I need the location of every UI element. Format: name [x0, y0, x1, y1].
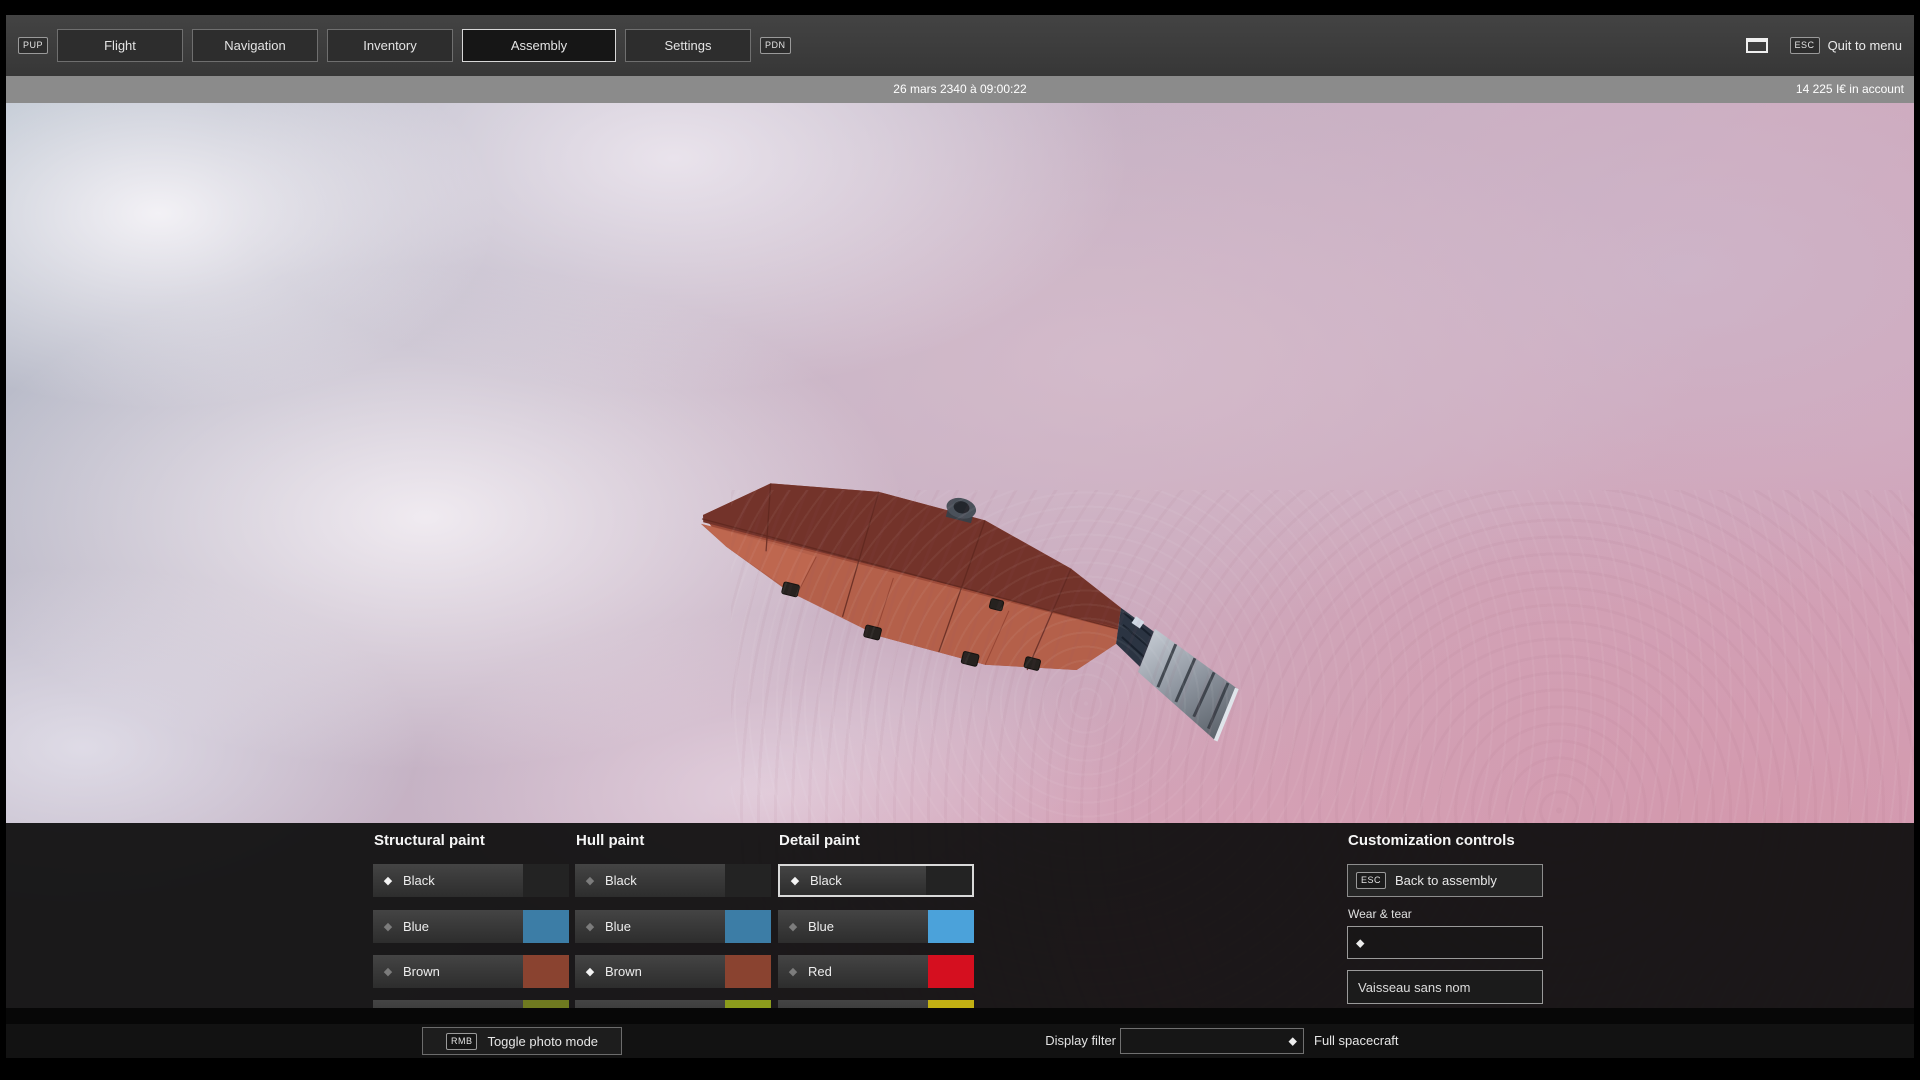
status-strip: 26 mars 2340 à 09:00:22 14 225 I€ in acc…: [6, 76, 1914, 103]
paint-option-label: Brown: [403, 964, 440, 979]
game-window: PUP Flight Navigation Inventory Assembly…: [6, 15, 1914, 1058]
selected-diamond-icon: ◆: [373, 920, 403, 933]
selected-diamond-icon: ◆: [575, 874, 605, 887]
color-swatch: [926, 866, 972, 895]
structural-paint-option-partial[interactable]: ◆: [373, 1000, 569, 1008]
color-swatch: [523, 910, 569, 943]
paint-option-label: Black: [403, 873, 435, 888]
tab-assembly[interactable]: Assembly: [462, 29, 616, 62]
structural-paint-option-blue[interactable]: ◆ Blue: [373, 910, 569, 943]
ship-name-input[interactable]: [1347, 970, 1543, 1004]
spacecraft: [688, 415, 1328, 745]
paint-option-label: Blue: [808, 919, 834, 934]
color-swatch: [523, 1000, 569, 1008]
top-bar-right-group: ESC Quit to menu: [1740, 33, 1902, 59]
color-swatch: [928, 910, 974, 943]
hull-paint-option-brown[interactable]: ◆ Brown: [575, 955, 771, 988]
selected-diamond-icon: ◆: [778, 965, 808, 978]
slider-knob-icon[interactable]: ◆: [1289, 1035, 1297, 1048]
detail-paint-column: Detail paint ◆ Black ◆ Blue ◆ Red ◆: [778, 823, 974, 1008]
selected-diamond-icon: ◆: [575, 920, 605, 933]
structural-paint-title: Structural paint: [374, 832, 485, 849]
selected-diamond-icon: ◆: [373, 965, 403, 978]
page-down-key-hint: PDN: [760, 37, 791, 54]
color-swatch: [523, 864, 569, 897]
color-swatch: [725, 1000, 771, 1008]
spacecraft-render: [688, 415, 1328, 745]
bottom-action-bar: RMB Toggle photo mode Display filter ◆ F…: [6, 1024, 1914, 1058]
toggle-photo-mode-label: Toggle photo mode: [487, 1034, 598, 1049]
hull-paint-title: Hull paint: [576, 832, 644, 849]
account-balance: 14 225 I€ in account: [1796, 76, 1904, 103]
paint-option-label: Black: [810, 873, 842, 888]
back-to-assembly-label: Back to assembly: [1395, 873, 1497, 888]
top-nav-bar: PUP Flight Navigation Inventory Assembly…: [6, 15, 1914, 76]
page-up-key-hint: PUP: [18, 37, 48, 54]
tab-flight[interactable]: Flight: [57, 29, 183, 62]
detail-paint-title: Detail paint: [779, 832, 860, 849]
paint-panel: Structural paint ◆ Black ◆ Blue ◆ Brown …: [6, 823, 1914, 1008]
back-to-assembly-button[interactable]: ESC Back to assembly: [1347, 864, 1543, 897]
structural-paint-option-brown[interactable]: ◆ Brown: [373, 955, 569, 988]
display-filter-label: Display filter: [1026, 1024, 1116, 1058]
selected-diamond-icon: ◆: [778, 920, 808, 933]
hull-paint-column: Hull paint ◆ Black ◆ Blue ◆ Brown ◆: [575, 823, 771, 1008]
selected-diamond-icon: ◆: [780, 874, 810, 887]
paint-option-label: Red: [808, 964, 832, 979]
color-swatch: [928, 1000, 974, 1008]
structural-paint-column: Structural paint ◆ Black ◆ Blue ◆ Brown …: [373, 823, 569, 1008]
color-swatch: [928, 955, 974, 988]
hull-paint-option-black[interactable]: ◆ Black: [575, 864, 771, 897]
toggle-photo-mode-button[interactable]: RMB Toggle photo mode: [422, 1027, 622, 1055]
detail-paint-option-black[interactable]: ◆ Black: [778, 864, 974, 897]
wear-tear-label: Wear & tear: [1348, 907, 1412, 921]
paint-option-label: Blue: [403, 919, 429, 934]
esc-key-hint: ESC: [1790, 37, 1820, 54]
detail-paint-option-partial[interactable]: ◆: [778, 1000, 974, 1008]
window-icon: [1746, 38, 1768, 53]
color-swatch: [725, 864, 771, 897]
selected-diamond-icon: ◆: [575, 965, 605, 978]
window-mode-button[interactable]: [1740, 33, 1774, 59]
color-swatch: [725, 955, 771, 988]
display-filter-slider[interactable]: ◆: [1120, 1028, 1304, 1054]
game-datetime: 26 mars 2340 à 09:00:22: [6, 76, 1914, 103]
tab-navigation[interactable]: Navigation: [192, 29, 318, 62]
tab-settings[interactable]: Settings: [625, 29, 751, 62]
customization-controls: Customization controls ESC Back to assem…: [1347, 823, 1543, 1008]
display-filter-value: Full spacecraft: [1314, 1024, 1399, 1058]
panel-divider: [6, 1008, 1914, 1024]
structural-paint-option-black[interactable]: ◆ Black: [373, 864, 569, 897]
esc-key-hint: ESC: [1356, 872, 1386, 889]
color-swatch: [725, 910, 771, 943]
paint-option-label: Brown: [605, 964, 642, 979]
detail-paint-option-blue[interactable]: ◆ Blue: [778, 910, 974, 943]
slider-knob-icon[interactable]: ◆: [1356, 936, 1364, 949]
color-swatch: [523, 955, 569, 988]
selected-diamond-icon: ◆: [373, 874, 403, 887]
rmb-key-hint: RMB: [446, 1033, 478, 1050]
tab-inventory[interactable]: Inventory: [327, 29, 453, 62]
customization-title: Customization controls: [1348, 832, 1515, 849]
paint-option-label: Black: [605, 873, 637, 888]
detail-paint-option-red[interactable]: ◆ Red: [778, 955, 974, 988]
paint-option-label: Blue: [605, 919, 631, 934]
quit-to-menu-label: Quit to menu: [1828, 38, 1902, 53]
hull-paint-option-partial[interactable]: ◆: [575, 1000, 771, 1008]
quit-to-menu-button[interactable]: ESC Quit to menu: [1790, 37, 1902, 54]
hull-paint-option-blue[interactable]: ◆ Blue: [575, 910, 771, 943]
wear-tear-slider[interactable]: ◆: [1347, 926, 1543, 959]
